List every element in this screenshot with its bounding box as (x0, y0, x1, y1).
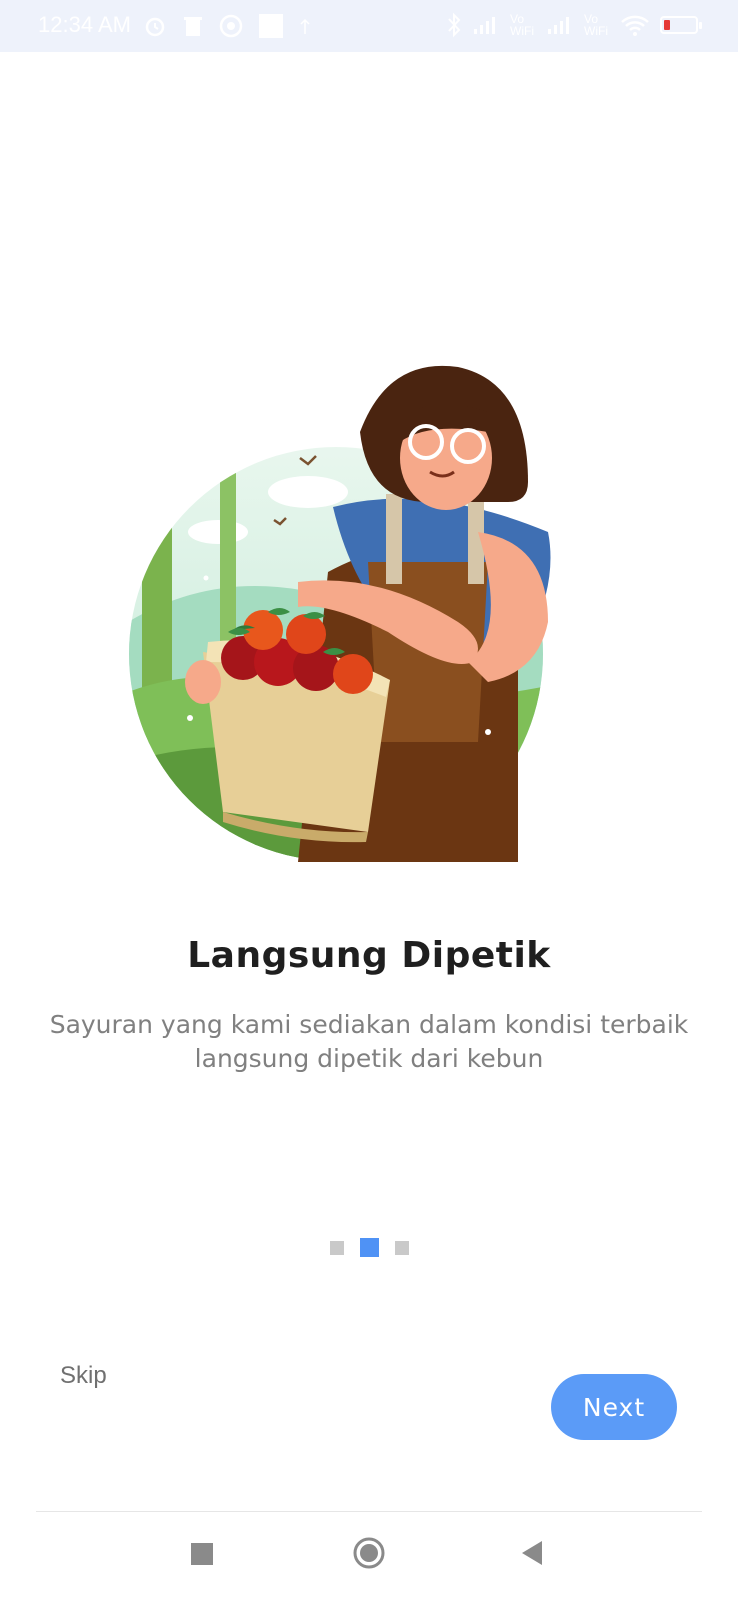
onboarding-title: Langsung Dipetik (187, 935, 551, 976)
status-time: 12:34 AM (38, 12, 131, 37)
battery-icon (660, 16, 702, 34)
page-indicator (0, 1238, 738, 1257)
battery-level (664, 20, 670, 30)
upload-icon (300, 18, 310, 34)
next-button[interactable]: Next (551, 1374, 677, 1440)
page-dot-1 (329, 1240, 344, 1255)
signal-icon (548, 17, 569, 34)
bluetooth-icon (448, 12, 461, 38)
page-dot-3 (394, 1240, 409, 1255)
status-bar: 12:34 AM Vo WiFi Vo WiFi (0, 0, 738, 52)
signal-icon (474, 17, 495, 34)
status-right-icons: Vo WiFi Vo WiFi (446, 12, 702, 38)
back-icon[interactable] (520, 1539, 544, 1567)
trash-icon (184, 17, 202, 36)
onboarding-description: Sayuran yang kami sediakan dalam kondisi… (49, 1010, 689, 1073)
home-icon[interactable] (352, 1536, 386, 1570)
vowifi-label: Vo WiFi (584, 12, 608, 38)
farmer-illustration (129, 365, 551, 862)
status-left-icons (143, 14, 311, 38)
viber-icon (219, 14, 243, 38)
skip-button[interactable]: Skip (60, 1362, 107, 1390)
recents-icon[interactable] (190, 1542, 214, 1566)
vowifi-label: Vo WiFi (510, 12, 534, 38)
page-dot-2-active (359, 1238, 379, 1257)
alarm-icon (145, 17, 165, 37)
app-icon (259, 14, 283, 38)
wifi-icon (621, 15, 649, 36)
system-nav-bar (0, 1512, 738, 1600)
